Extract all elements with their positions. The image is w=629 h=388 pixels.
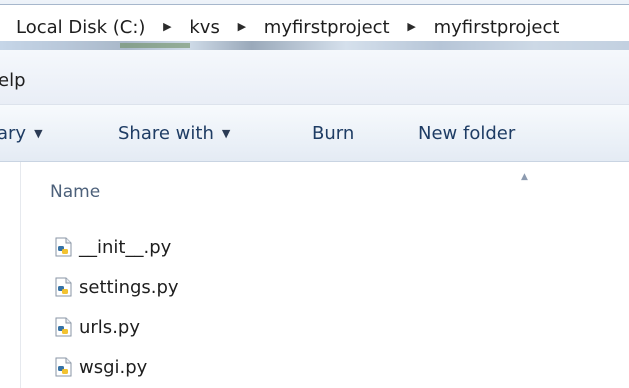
breadcrumb: Local Disk (C:) ▶ kvs ▶ myfirstproject ▶… [16, 16, 559, 38]
file-name: urls.py [79, 316, 140, 338]
breadcrumb-myfirstproject-inner[interactable]: myfirstproject [434, 17, 560, 38]
sort-up-icon: ▲ [521, 172, 528, 182]
chevron-down-icon: ▼ [221, 127, 231, 140]
new-folder-button[interactable]: New folder [418, 123, 515, 144]
menu-bar: elp [0, 50, 629, 105]
include-in-library-button[interactable]: ary ▼ [0, 123, 43, 144]
breadcrumb-myfirstproject[interactable]: myfirstproject [264, 17, 390, 38]
include-in-library-label: ary [0, 123, 27, 144]
window-frame-glass [0, 41, 629, 50]
breadcrumb-local-disk[interactable]: Local Disk (C:) [16, 17, 145, 38]
address-bar: Local Disk (C:) ▶ kvs ▶ myfirstproject ▶… [0, 0, 629, 50]
file-name: wsgi.py [79, 356, 148, 378]
explorer-window: Local Disk (C:) ▶ kvs ▶ myfirstproject ▶… [0, 0, 629, 388]
file-name: __init__.py [79, 236, 172, 258]
chevron-right-icon[interactable]: ▶ [407, 20, 415, 33]
navigation-pane-divider[interactable] [20, 162, 21, 388]
chevron-right-icon[interactable]: ▶ [238, 20, 246, 33]
python-file-icon [55, 237, 72, 257]
menu-help[interactable]: elp [0, 70, 26, 91]
file-name: settings.py [79, 276, 179, 298]
address-field[interactable]: Local Disk (C:) ▶ kvs ▶ myfirstproject ▶… [0, 4, 629, 44]
share-with-label: Share with [118, 123, 214, 144]
burn-button[interactable]: Burn [312, 123, 354, 144]
python-file-icon [55, 317, 72, 337]
python-file-icon [55, 357, 72, 377]
list-item[interactable]: wsgi.py [55, 356, 147, 382]
list-item[interactable]: settings.py [55, 276, 179, 302]
chevron-down-icon: ▼ [34, 127, 43, 140]
list-item[interactable]: __init__.py [55, 236, 171, 262]
breadcrumb-kvs[interactable]: kvs [189, 17, 219, 38]
python-file-icon [55, 277, 72, 297]
list-item[interactable]: urls.py [55, 316, 140, 342]
share-with-button[interactable]: Share with ▼ [118, 123, 230, 144]
command-bar: ary ▼ Share with ▼ Burn New folder [0, 105, 629, 162]
column-header-name[interactable]: Name [50, 182, 100, 202]
chevron-right-icon[interactable]: ▶ [163, 20, 171, 33]
file-list: Name ▲ __init__.py settings.py urls.py w… [0, 162, 629, 388]
